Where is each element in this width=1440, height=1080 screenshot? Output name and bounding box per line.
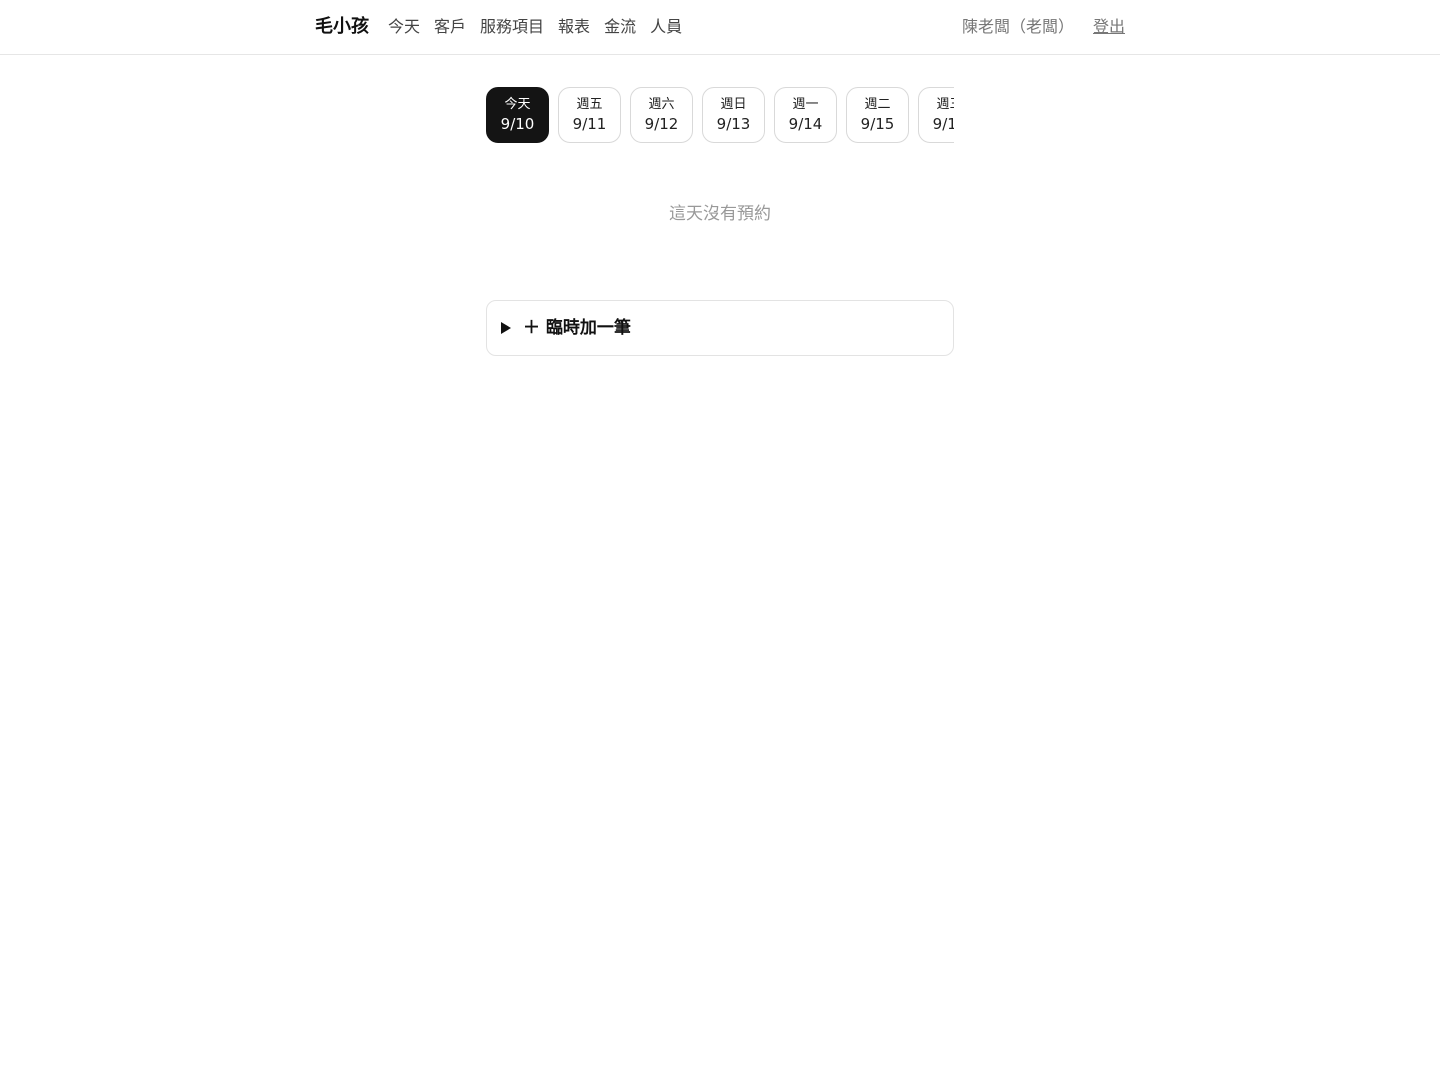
nav-staff[interactable]: 人員 — [650, 16, 682, 38]
day-chip-weekday: 週一 — [792, 97, 819, 112]
brand-logo[interactable]: 毛小孩 — [315, 15, 369, 39]
nav-reports[interactable]: 報表 — [558, 16, 590, 38]
quick-add-toggle[interactable]: ＋ 臨時加一筆 — [486, 300, 954, 356]
day-chip[interactable]: 週二 9/15 — [846, 87, 909, 143]
day-selector[interactable]: 今天 9/10 週五 9/11 週六 9/12 週日 9/13 週一 9/14 週二 9/15 週三 9/… — [486, 87, 954, 143]
day-chip-date: 9/13 — [716, 115, 751, 133]
top-bar: 毛小孩 今天 客戶 服務項目 報表 金流 人員 陳老闆（老闆） 登出 — [0, 0, 1440, 55]
nav-today[interactable]: 今天 — [388, 16, 420, 38]
day-chip-date: 9/12 — [644, 115, 679, 133]
day-row: 今天 9/10 週五 9/11 週六 9/12 週日 9/13 週一 9/14 週二 9/15 週三 9/… — [486, 87, 954, 143]
quick-add-label: ＋ 臨時加一筆 — [523, 318, 631, 338]
empty-state-message: 這天沒有預約 — [669, 204, 771, 224]
day-chip-date: 9/15 — [860, 115, 895, 133]
day-chip-date: 9/14 — [788, 115, 823, 133]
main-nav: 今天 客戶 服務項目 報表 金流 人員 — [388, 16, 682, 38]
day-chip-weekday: 週五 — [576, 97, 603, 112]
day-chip[interactable]: 週日 9/13 — [702, 87, 765, 143]
day-chip[interactable]: 週三 9/16 — [918, 87, 954, 143]
nav-payments[interactable]: 金流 — [604, 16, 636, 38]
day-chip-weekday: 週二 — [864, 97, 891, 112]
day-chip-date: 9/11 — [572, 115, 607, 133]
day-chip-weekday: 週三 — [936, 97, 954, 112]
day-chip[interactable]: 週五 9/11 — [558, 87, 621, 143]
day-chip-date: 9/10 — [500, 115, 535, 133]
nav-services[interactable]: 服務項目 — [480, 16, 544, 38]
day-chip[interactable]: 週六 9/12 — [630, 87, 693, 143]
expand-triangle-icon — [501, 322, 511, 334]
current-user: 陳老闆（老闆） — [962, 17, 1075, 36]
nav-customers[interactable]: 客戶 — [434, 16, 466, 38]
day-chip-date: 9/16 — [932, 115, 954, 133]
day-chip[interactable]: 週一 9/14 — [774, 87, 837, 143]
day-chip-weekday: 週六 — [648, 97, 675, 112]
day-chip[interactable]: 今天 9/10 — [486, 87, 549, 143]
logout-link[interactable]: 登出 — [1093, 16, 1125, 38]
day-chip-weekday: 今天 — [504, 97, 531, 112]
day-chip-weekday: 週日 — [720, 97, 747, 112]
